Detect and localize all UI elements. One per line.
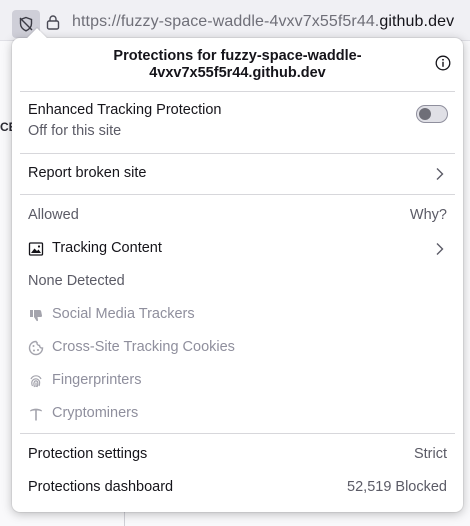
chevron-right-icon xyxy=(436,168,444,180)
blocked-category-cookies: Cross-Site Tracking Cookies xyxy=(12,331,463,364)
url-host: github.dev xyxy=(379,13,455,30)
blocked-category-cryptominers: Cryptominers xyxy=(12,397,463,430)
etp-section: Enhanced Tracking Protection Off for thi… xyxy=(12,92,463,153)
protections-dashboard-row[interactable]: Protections dashboard 52,519 Blocked xyxy=(12,471,463,504)
divider xyxy=(20,194,455,195)
pickaxe-icon xyxy=(30,408,42,421)
panel-title: Protections for fuzzy-space-waddle-4vxv7… xyxy=(113,48,362,81)
url-prefix: https://fuzzy-space-waddle-4vxv7x55f5r44… xyxy=(72,13,380,30)
url-bar[interactable]: https://fuzzy-space-waddle-4vxv7x55f5r44… xyxy=(0,0,470,41)
protection-settings-row[interactable]: Protection settings Strict xyxy=(12,438,463,471)
chevron-right-icon xyxy=(436,243,444,255)
allowed-header-row: Allowed Why? xyxy=(12,199,463,232)
why-link[interactable]: Why? xyxy=(410,207,447,223)
toggle-knob xyxy=(419,108,431,120)
fingerprint-icon xyxy=(30,375,42,388)
etp-toggle[interactable] xyxy=(416,105,448,123)
image-icon xyxy=(28,242,44,256)
divider xyxy=(20,433,455,434)
protections-panel: Protections for fuzzy-space-waddle-4vxv7… xyxy=(12,28,463,512)
allowed-label: Allowed xyxy=(28,207,79,223)
none-detected-label: None Detected xyxy=(28,273,125,289)
info-icon[interactable] xyxy=(435,55,451,71)
cross-site-cookies-label: Cross-Site Tracking Cookies xyxy=(52,339,235,355)
blocked-category-social: Social Media Trackers xyxy=(12,298,463,331)
url-text[interactable]: https://fuzzy-space-waddle-4vxv7x55f5r44… xyxy=(72,13,454,31)
protection-settings-value: Strict xyxy=(413,446,447,462)
etp-title: Enhanced Tracking Protection xyxy=(28,102,222,118)
tracking-content-label: Tracking Content xyxy=(52,240,162,256)
shield-off-icon xyxy=(19,16,33,32)
social-media-trackers-label: Social Media Trackers xyxy=(52,306,195,322)
protections-dashboard-label: Protections dashboard xyxy=(28,479,174,495)
cookie-icon xyxy=(28,340,44,356)
lock-icon[interactable] xyxy=(46,14,60,30)
thumbs-down-icon xyxy=(30,310,43,322)
etp-status: Off for this site xyxy=(28,123,122,139)
cryptominers-label: Cryptominers xyxy=(52,405,139,421)
panel-header: Protections for fuzzy-space-waddle-4vxv7… xyxy=(12,38,463,91)
report-broken-site-label: Report broken site xyxy=(28,165,147,181)
fingerprinters-label: Fingerprinters xyxy=(52,372,142,388)
blocked-category-fingerprinters: Fingerprinters xyxy=(12,364,463,397)
protection-settings-label: Protection settings xyxy=(28,446,148,462)
none-detected-row: None Detected xyxy=(12,265,463,298)
blocked-count: 52,519 Blocked xyxy=(347,479,447,495)
tracking-content-row[interactable]: Tracking Content xyxy=(12,232,463,265)
report-broken-site-row[interactable]: Report broken site xyxy=(12,154,463,194)
